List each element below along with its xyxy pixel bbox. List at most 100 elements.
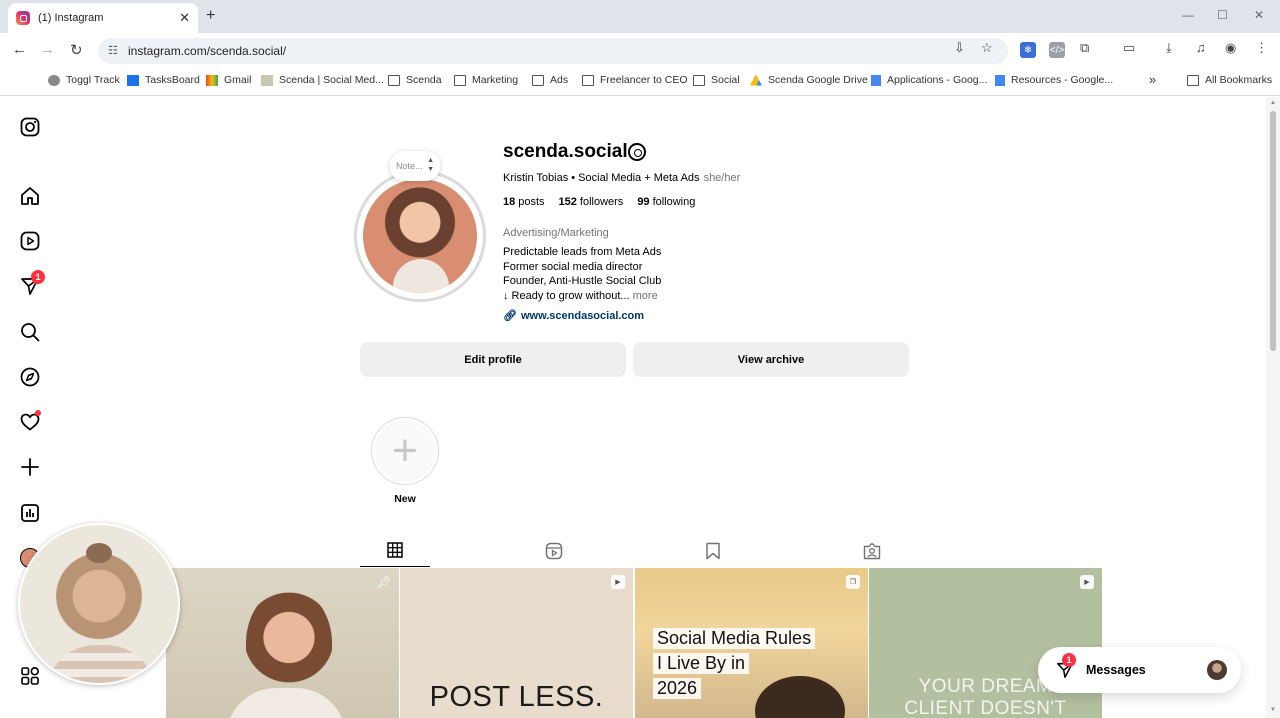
bookmark-folder[interactable]: Freelancer to CEO bbox=[582, 74, 688, 86]
create-plus-icon[interactable] bbox=[19, 456, 41, 478]
also-from-meta-icon[interactable] bbox=[19, 665, 41, 687]
profile-icon[interactable]: ◉ bbox=[1225, 40, 1236, 56]
messages-pill-badge: 1 bbox=[1062, 653, 1076, 667]
messages-icon[interactable]: 1 bbox=[19, 270, 45, 297]
maximize-button[interactable]: ☐ bbox=[1217, 8, 1228, 22]
scroll-down-icon[interactable]: ▼ bbox=[1270, 707, 1276, 713]
bookmark-folder[interactable]: Scenda bbox=[388, 74, 442, 86]
pronouns: she/her bbox=[703, 172, 741, 184]
downloads-icon[interactable]: ⤓ bbox=[1166, 40, 1172, 56]
page-scrollbar[interactable]: ▲ ▼ bbox=[1266, 97, 1280, 718]
view-archive-button[interactable]: View archive bbox=[633, 342, 909, 377]
tab-posts-grid[interactable] bbox=[360, 534, 430, 567]
profile-website-link[interactable]: 🔗︎ www.scendasocial.com bbox=[503, 309, 645, 323]
extension-1-icon[interactable]: ❄ bbox=[1020, 42, 1036, 58]
bookmark-item[interactable]: Scenda Google Drive bbox=[750, 74, 868, 86]
minimize-button[interactable]: — bbox=[1182, 8, 1194, 22]
bookmark-label: Freelancer to CEO bbox=[600, 74, 688, 86]
bookmark-item[interactable]: Scenda | Social Med... bbox=[261, 74, 384, 86]
bookmark-item[interactable]: Resources - Google... bbox=[995, 74, 1113, 86]
bookmark-label: Scenda bbox=[406, 74, 442, 86]
docs-icon bbox=[995, 74, 1005, 86]
profile-username: scenda.social bbox=[503, 141, 628, 162]
tab-title: (1) Instagram bbox=[38, 12, 104, 24]
reels-icon[interactable] bbox=[19, 230, 41, 252]
profile-category: Advertising/Marketing bbox=[503, 227, 609, 239]
carousel-icon: ❐ bbox=[846, 575, 860, 589]
note-placeholder: Note... bbox=[396, 161, 423, 171]
followers-count: 152 bbox=[558, 196, 577, 208]
bookmark-folder[interactable]: Social bbox=[693, 74, 740, 86]
reload-icon[interactable]: ↻ bbox=[70, 41, 83, 59]
bookmark-label: Ads bbox=[550, 74, 569, 86]
menu-kebab-icon[interactable]: ⋮ bbox=[1255, 40, 1268, 56]
search-icon[interactable] bbox=[19, 321, 41, 343]
folder-icon bbox=[388, 74, 400, 86]
tasksboard-icon bbox=[127, 74, 139, 86]
bookmark-folder[interactable]: Marketing bbox=[454, 74, 518, 86]
bookmark-item[interactable]: Gmail bbox=[206, 74, 251, 86]
bookmark-item[interactable]: TasksBoard bbox=[127, 74, 200, 86]
browser-tab[interactable]: (1) Instagram ✕ bbox=[8, 3, 198, 33]
webcam-overlay[interactable] bbox=[18, 523, 180, 685]
notifications-heart-icon[interactable] bbox=[19, 410, 41, 433]
edit-profile-button[interactable]: Edit profile bbox=[360, 342, 626, 377]
post-tile[interactable]: YOUR DREAM CLIENT DOESN'T ▶ bbox=[869, 568, 1102, 718]
bookmark-folder[interactable]: Ads bbox=[532, 74, 568, 86]
following-stat[interactable]: 99 following bbox=[637, 196, 695, 208]
post-tile[interactable]: Social Media Rules I Live By in 2026 ❐ bbox=[635, 568, 868, 718]
instagram-page: 1 Note... ▲ ▼ scenda.social Kristin Tobi… bbox=[0, 97, 1266, 718]
browser-tab-bar: (1) Instagram ✕ + — ☐ ✕ bbox=[0, 0, 1280, 33]
post-tile[interactable]: POST LESS. ▶ bbox=[400, 568, 633, 718]
all-bookmarks-button[interactable]: All Bookmarks bbox=[1187, 74, 1272, 86]
followers-label: followers bbox=[579, 196, 624, 208]
settings-gear-icon[interactable] bbox=[628, 143, 646, 161]
explore-compass-icon[interactable] bbox=[19, 366, 41, 388]
bookmark-item[interactable]: Toggl Track bbox=[48, 74, 120, 86]
scroll-up-icon[interactable]: ▲ bbox=[1270, 100, 1276, 106]
extension-2-icon[interactable]: </> bbox=[1049, 42, 1065, 58]
post-tile[interactable]: 📌︎ bbox=[166, 568, 399, 718]
note-bubble[interactable]: Note... ▲ ▼ bbox=[390, 151, 440, 181]
profile-picture[interactable] bbox=[354, 170, 486, 302]
profile-tabs bbox=[360, 534, 910, 567]
close-tab-icon[interactable]: ✕ bbox=[179, 10, 190, 26]
tab-tagged[interactable] bbox=[837, 534, 907, 567]
bookmark-label: Toggl Track bbox=[66, 74, 120, 86]
back-arrow-icon[interactable]: ← bbox=[12, 41, 27, 58]
followers-stat[interactable]: 152 followers bbox=[559, 196, 624, 208]
bookmark-star-icon[interactable]: ☆ bbox=[981, 40, 993, 56]
bookmark-item[interactable]: Applications - Goog... bbox=[871, 74, 987, 86]
install-app-icon[interactable]: ⇩ bbox=[954, 40, 965, 56]
grid-icon bbox=[387, 542, 403, 558]
new-highlight-button[interactable]: + bbox=[371, 417, 439, 485]
new-tab-button[interactable]: + bbox=[206, 7, 215, 25]
website-text: www.scendasocial.com bbox=[520, 309, 645, 322]
bookmarks-bar: Toggl Track TasksBoard Gmail Scenda | So… bbox=[0, 68, 1280, 96]
messages-drawer-button[interactable]: 1 Messages bbox=[1038, 647, 1241, 693]
close-window-button[interactable]: ✕ bbox=[1254, 8, 1264, 22]
bio-more-link[interactable]: more bbox=[633, 290, 658, 302]
tab-reels[interactable] bbox=[519, 534, 589, 567]
home-icon[interactable] bbox=[19, 185, 41, 207]
bookmark-label: Applications - Goog... bbox=[887, 74, 988, 86]
instagram-favicon-icon bbox=[16, 11, 30, 25]
bio-line: Predictable leads from Meta Ads bbox=[503, 246, 662, 258]
address-bar[interactable]: ☷ instagram.com/scenda.social/ bbox=[98, 38, 1008, 64]
bookmarks-overflow-button[interactable]: » bbox=[1149, 72, 1156, 87]
toggl-icon bbox=[48, 74, 60, 86]
post-caption: POST LESS. bbox=[429, 681, 604, 713]
tab-saved[interactable] bbox=[678, 534, 748, 567]
bookmark-label: Scenda | Social Med... bbox=[279, 74, 384, 86]
scrollbar-thumb[interactable] bbox=[1270, 111, 1276, 351]
reading-list-icon[interactable]: ▭ bbox=[1123, 40, 1135, 56]
extensions-puzzle-icon[interactable]: ⧉ bbox=[1080, 40, 1089, 56]
forward-arrow-icon[interactable]: → bbox=[40, 41, 55, 58]
bookmark-saved-icon bbox=[706, 542, 720, 559]
media-controls-icon[interactable]: ♫ bbox=[1196, 40, 1206, 55]
site-info-icon[interactable]: ☷ bbox=[108, 44, 118, 57]
bookmark-label: Gmail bbox=[224, 74, 252, 86]
dashboard-insights-icon[interactable] bbox=[19, 502, 41, 524]
instagram-logo-icon[interactable] bbox=[19, 116, 41, 138]
gmail-icon bbox=[206, 74, 218, 86]
